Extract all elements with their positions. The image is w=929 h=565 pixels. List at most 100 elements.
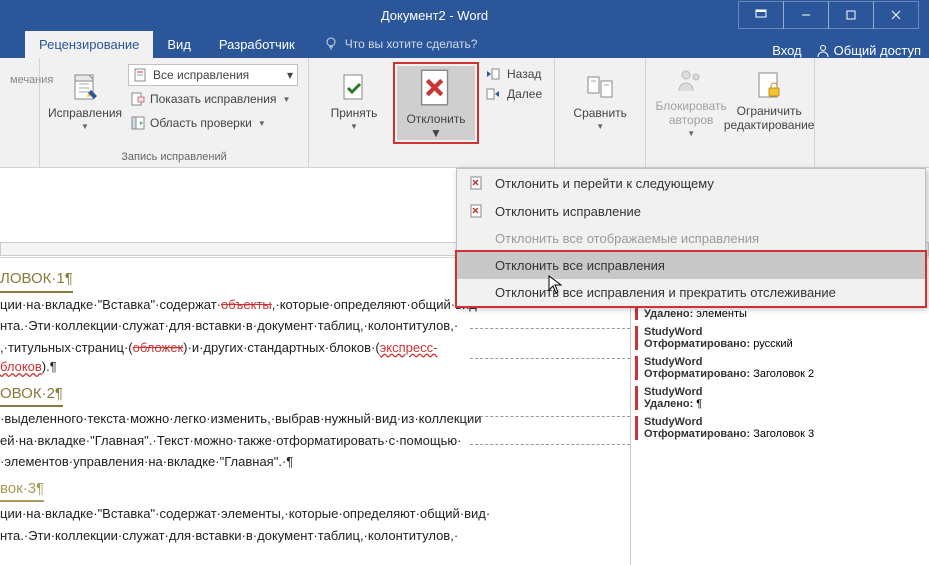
show-markup-button[interactable]: Показать исправления ▼ [128, 88, 298, 110]
change-desc: Отформатировано: Заголовок 3 [644, 428, 906, 440]
tab-developer[interactable]: Разработчик [205, 31, 309, 58]
track-changes-label: Исправления [48, 106, 122, 120]
ribbon-options-button[interactable] [738, 1, 784, 29]
show-markup-label: Показать исправления [150, 92, 277, 106]
compare-icon [584, 72, 616, 104]
change-author: StudyWord [644, 386, 906, 398]
login-link[interactable]: Вход [772, 43, 801, 58]
ribbon: мечания Исправления ▼ Все исправления ▾ [0, 58, 929, 168]
document-x-icon [469, 203, 485, 219]
arrow-left-icon [485, 66, 501, 82]
paragraph: ции·на·вкладке·"Вставка"·содержат·объект… [0, 295, 470, 315]
tell-me-label: Что вы хотите сделать? [345, 37, 478, 51]
reject-highlight-box: Отклонить ▼ [393, 62, 479, 144]
menu-reject-shown: Отклонить все отображаемые исправления [457, 225, 925, 252]
lightbulb-icon [323, 36, 339, 52]
heading-1: ЛОВОК·1¶ [0, 268, 73, 293]
close-button[interactable] [873, 1, 919, 29]
compare-label: Сравнить [573, 106, 626, 120]
reject-dropdown: Отклонить и перейти к следующему Отклони… [456, 168, 926, 307]
people-icon [675, 65, 707, 97]
comments-fragment: мечания [6, 62, 33, 98]
chevron-down-icon: ▼ [430, 126, 442, 140]
document-body[interactable]: ЛОВОК·1¶ ции·на·вкладке·"Вставка"·содерж… [0, 258, 470, 565]
title-bar: Документ2 - Word [0, 0, 929, 30]
menu-label: Отклонить и перейти к следующему [495, 176, 714, 191]
tab-view[interactable]: Вид [153, 31, 205, 58]
change-author: StudyWord [644, 326, 906, 338]
paragraph: ·выделенного·текста·можно·легко·изменить… [0, 409, 470, 429]
block-authors-button: Блокировать авторов ▼ [652, 62, 730, 140]
heading-2: ОВОК·2¶ [0, 383, 63, 408]
minimize-button[interactable] [783, 1, 829, 29]
display-for-review-combo[interactable]: Все исправления ▾ [128, 64, 298, 86]
share-label: Общий доступ [834, 43, 921, 58]
menu-reject-change[interactable]: Отклонить исправление [457, 197, 925, 225]
change-desc: Удалено: ¶ [644, 398, 906, 410]
cursor-icon [548, 275, 564, 295]
previous-button[interactable]: Назад [485, 66, 542, 82]
tell-me[interactable]: Что вы хотите сделать? [309, 30, 492, 58]
chevron-down-icon: ▼ [81, 122, 89, 131]
change-author: StudyWord [644, 356, 906, 368]
change-item[interactable]: StudyWordОтформатировано: Заголовок 2 [635, 356, 906, 380]
document-x-icon [469, 175, 485, 191]
chevron-down-icon: ▼ [258, 119, 266, 128]
menu-label: Отклонить все исправления и прекратить о… [495, 285, 836, 300]
ribbon-tabs: Рецензирование Вид Разработчик Что вы хо… [0, 30, 929, 58]
change-item[interactable]: StudyWordУдалено: ¶ [635, 386, 906, 410]
reject-label: Отклонить [406, 112, 465, 126]
display-value: Все исправления [153, 68, 249, 82]
menu-highlight-box: Отклонить все исправления Отклонить все … [455, 250, 927, 308]
chevron-down-icon: ▼ [350, 122, 358, 131]
block-authors-label: Блокировать авторов [652, 99, 730, 127]
next-button[interactable]: Далее [485, 86, 542, 102]
window-controls [739, 1, 919, 29]
window-title: Документ2 - Word [10, 8, 739, 23]
group-tracking-label: Запись исправлений [46, 149, 302, 165]
person-icon [816, 44, 830, 58]
reject-button[interactable]: Отклонить ▼ [397, 66, 475, 140]
change-item[interactable]: StudyWordОтформатировано: русский [635, 326, 906, 350]
chevron-down-icon: ▼ [687, 129, 695, 138]
menu-label: Отклонить исправление [495, 204, 641, 219]
paragraph: ,·титульных·страниц·(обложек)·и·других·с… [0, 338, 470, 377]
menu-label: Отклонить все исправления [495, 258, 665, 273]
track-changes-button[interactable]: Исправления ▼ [46, 62, 124, 140]
menu-reject-next[interactable]: Отклонить и перейти к следующему [457, 169, 925, 197]
maximize-button[interactable] [828, 1, 874, 29]
document-lock-icon [753, 70, 785, 102]
menu-reject-all-stop[interactable]: Отклонить все исправления и прекратить о… [457, 279, 925, 306]
pane-icon [130, 115, 146, 131]
reviewing-pane-label: Область проверки [150, 116, 252, 130]
share-button[interactable]: Общий доступ [816, 43, 921, 58]
next-label: Далее [507, 87, 542, 101]
markup-icon [133, 67, 149, 83]
group-changes-label [315, 149, 548, 165]
accept-label: Принять [331, 106, 378, 120]
menu-label: Отклонить все отображаемые исправления [495, 231, 759, 246]
paragraph: нта.·Эти·коллекции·служат·для·вставки·в·… [0, 316, 470, 336]
chevron-down-icon: ▾ [287, 68, 293, 82]
change-desc: Отформатировано: Заголовок 2 [644, 368, 906, 380]
restrict-editing-button[interactable]: Ограничить редактирование [730, 62, 808, 140]
paragraph: нта.·Эти·коллекции·служат·для·вставки·в·… [0, 526, 470, 546]
arrow-right-icon [485, 86, 501, 102]
accept-button[interactable]: Принять ▼ [315, 62, 393, 140]
menu-reject-all[interactable]: Отклонить все исправления [457, 252, 925, 279]
change-item[interactable]: StudyWordОтформатировано: Заголовок 3 [635, 416, 906, 440]
show-markup-icon [130, 91, 146, 107]
document-check-icon [338, 72, 370, 104]
document-x-icon [413, 66, 459, 112]
tab-review[interactable]: Рецензирование [25, 31, 153, 58]
compare-button[interactable]: Сравнить ▼ [561, 62, 639, 140]
reviewing-pane-button[interactable]: Область проверки ▼ [128, 112, 298, 134]
change-author: StudyWord [644, 416, 906, 428]
heading-3: вок·3¶ [0, 478, 44, 503]
previous-label: Назад [507, 67, 541, 81]
chevron-down-icon: ▼ [283, 95, 291, 104]
change-desc: Удалено: элементы [644, 308, 906, 320]
paragraph: ·элементов·управления·на·вкладке·"Главна… [0, 452, 470, 472]
chevron-down-icon: ▼ [596, 122, 604, 131]
paragraph: ции·на·вкладке·"Вставка"·содержат·элемен… [0, 504, 470, 524]
